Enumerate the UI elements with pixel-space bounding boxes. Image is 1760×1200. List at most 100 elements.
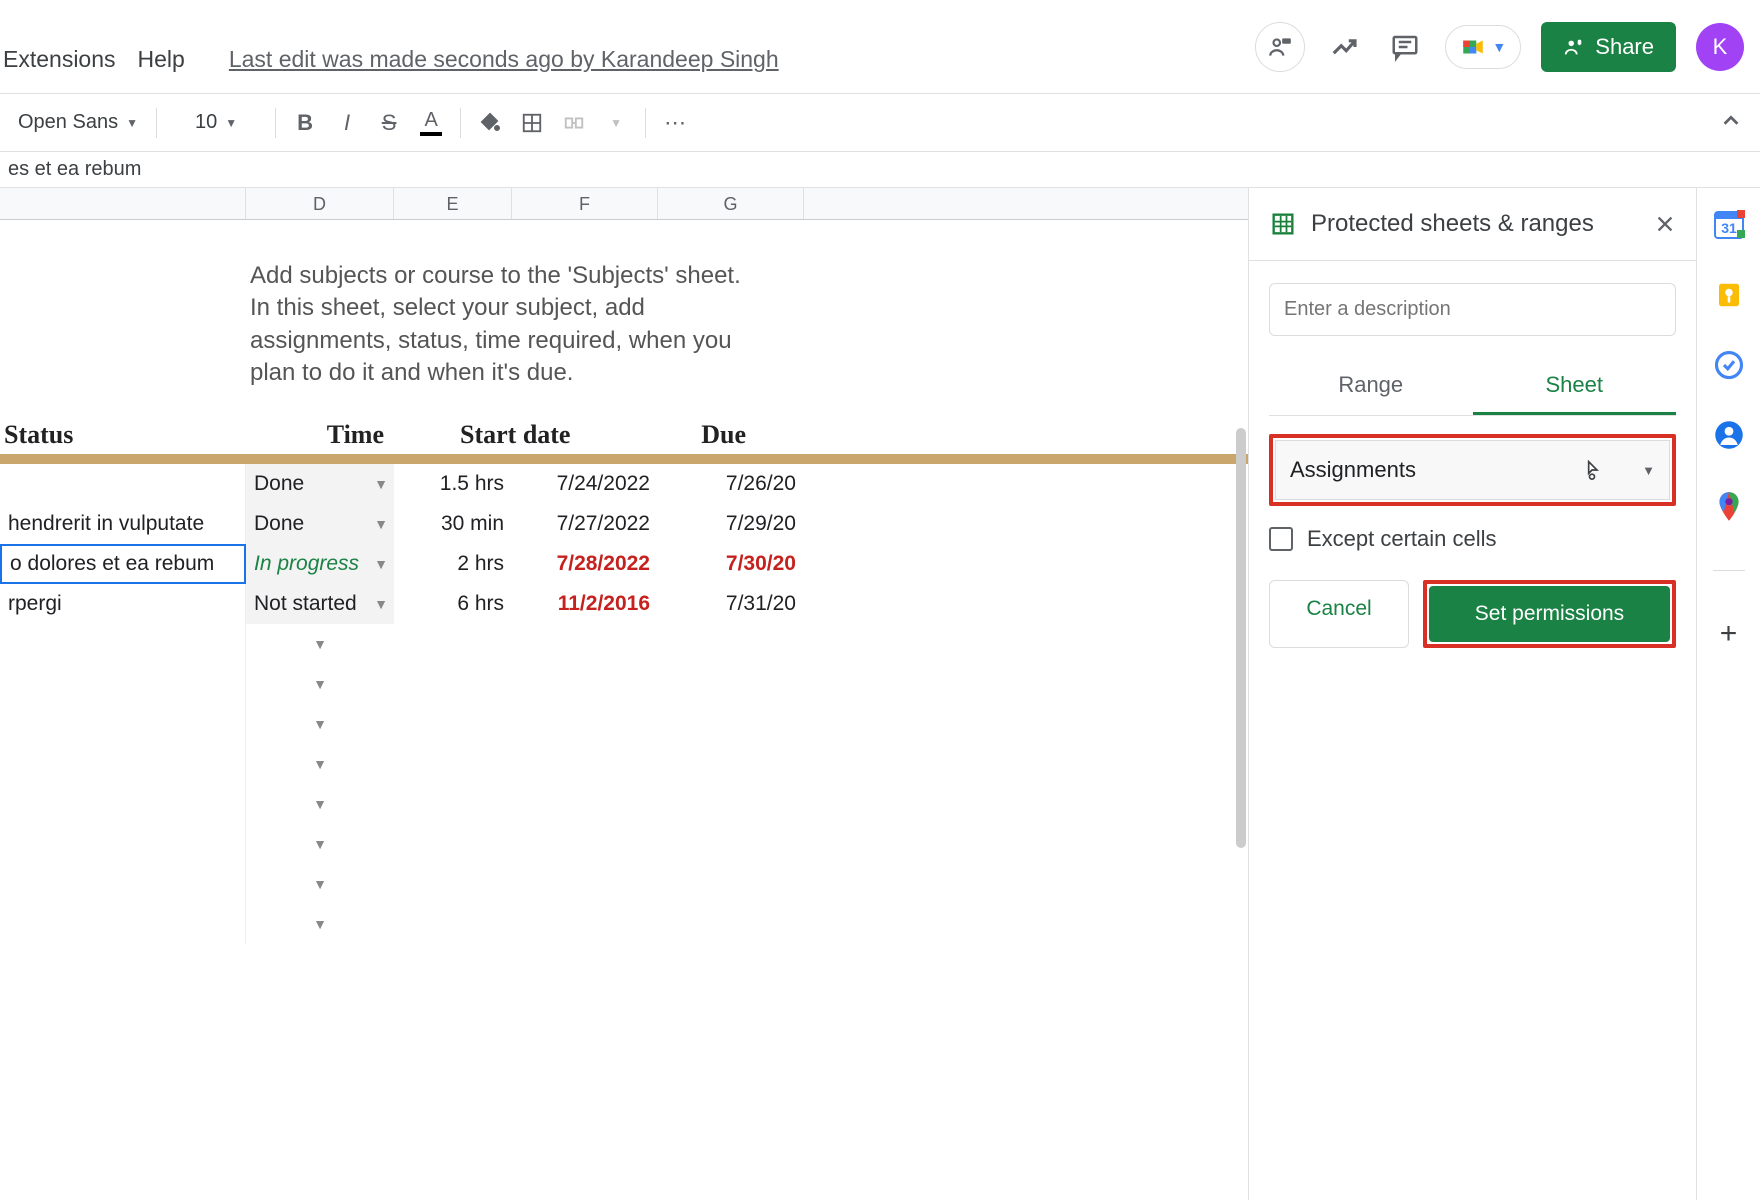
vertical-scrollbar[interactable] <box>1236 428 1246 848</box>
chevron-down-icon[interactable]: ▼ <box>313 796 327 812</box>
trend-icon[interactable] <box>1325 27 1365 67</box>
desc-cell[interactable]: hendrerit in vulputate <box>0 504 246 544</box>
desc-cell[interactable]: o dolores et ea rebum <box>0 544 246 584</box>
chevron-down-icon[interactable]: ▼ <box>313 676 327 692</box>
fill-color-button[interactable] <box>471 104 509 142</box>
sheet-select-value: Assignments <box>1290 457 1416 483</box>
table-row[interactable]: ▼ <box>0 624 1248 664</box>
collapse-toolbar-icon[interactable] <box>1720 110 1742 132</box>
strikethrough-button[interactable]: S <box>370 104 408 142</box>
sheet-selector[interactable]: Assignments ▼ <box>1275 440 1670 500</box>
chevron-down-icon[interactable]: ▼ <box>313 836 327 852</box>
table-row[interactable]: rpergiNot started▼6 hrs11/2/20167/31/20 <box>0 584 1248 624</box>
borders-button[interactable] <box>513 104 551 142</box>
chevron-down-icon[interactable]: ▼ <box>374 556 388 572</box>
maps-icon[interactable] <box>1716 490 1742 524</box>
table-row[interactable]: ▼ <box>0 784 1248 824</box>
table-row[interactable]: ▼ <box>0 664 1248 704</box>
col-header[interactable]: G <box>658 188 804 219</box>
col-header[interactable]: F <box>512 188 658 219</box>
avatar[interactable]: K <box>1696 23 1744 71</box>
start-date-cell[interactable]: 7/24/2022 <box>512 464 658 504</box>
toolbar: Open Sans ▼ 10 ▼ B I S A ▼ ⋯ <box>0 94 1760 152</box>
text-color-button[interactable]: A <box>412 104 450 142</box>
table-row[interactable]: ▼ <box>0 864 1248 904</box>
status-cell[interactable]: Not started▼ <box>246 584 394 624</box>
spreadsheet-grid[interactable]: D E F G Add subjects or course to the 'S… <box>0 188 1248 1200</box>
set-permissions-button[interactable]: Set permissions <box>1429 586 1670 642</box>
protected-sheets-panel: Protected sheets & ranges Range Sheet As… <box>1248 188 1696 1200</box>
due-date-cell[interactable]: 7/26/20 <box>658 464 804 504</box>
calendar-icon[interactable]: 31 <box>1713 208 1745 240</box>
tab-sheet[interactable]: Sheet <box>1473 358 1677 415</box>
menu-extensions[interactable]: Extensions <box>3 46 116 73</box>
cursor-icon <box>1582 458 1602 482</box>
chevron-down-icon[interactable]: ▼ <box>313 916 327 932</box>
panel-title: Protected sheets & ranges <box>1311 210 1640 238</box>
person-chat-icon[interactable] <box>1255 22 1305 72</box>
share-button[interactable]: Share <box>1541 22 1676 72</box>
table-row[interactable]: o dolores et ea rebumIn progress▼2 hrs7/… <box>0 544 1248 584</box>
italic-button[interactable]: I <box>328 104 366 142</box>
cancel-button[interactable]: Cancel <box>1269 580 1409 648</box>
due-date-cell[interactable]: 7/30/20 <box>658 544 804 584</box>
titlebar-actions: ▼ Share K <box>1255 22 1744 72</box>
status-cell[interactable]: Done▼ <box>246 504 394 544</box>
sheets-icon <box>1269 210 1297 238</box>
tab-range[interactable]: Range <box>1269 358 1473 415</box>
tasks-icon[interactable] <box>1714 350 1744 380</box>
edit-status-link[interactable]: Last edit was made seconds ago by Karand… <box>229 46 779 73</box>
keep-icon[interactable] <box>1714 280 1744 310</box>
th-time: Time <box>246 420 394 450</box>
font-size-selector[interactable]: 10 ▼ <box>167 107 265 138</box>
col-header[interactable]: E <box>394 188 512 219</box>
except-cells-checkbox[interactable] <box>1269 527 1293 551</box>
table-row[interactable]: hendrerit in vulputateDone▼30 min7/27/20… <box>0 504 1248 544</box>
table-row[interactable]: ▼ <box>0 824 1248 864</box>
th-due: Due <box>606 420 752 450</box>
start-date-cell[interactable]: 7/28/2022 <box>512 544 658 584</box>
add-addon-icon[interactable]: + <box>1720 617 1738 651</box>
due-date-cell[interactable]: 7/31/20 <box>658 584 804 624</box>
desc-cell[interactable]: rpergi <box>0 584 246 624</box>
menu-help[interactable]: Help <box>138 46 185 73</box>
more-button[interactable]: ⋯ <box>656 104 694 142</box>
except-cells-label: Except certain cells <box>1307 526 1497 552</box>
col-header[interactable]: D <box>246 188 394 219</box>
chevron-down-icon[interactable]: ▼ <box>374 596 388 612</box>
table-row[interactable]: Done▼1.5 hrs7/24/20227/26/20 <box>0 464 1248 504</box>
table-row[interactable]: ▼ <box>0 744 1248 784</box>
share-label: Share <box>1595 34 1654 60</box>
chevron-down-icon[interactable]: ▼ <box>313 716 327 732</box>
chevron-down-icon[interactable]: ▼ <box>313 756 327 772</box>
start-date-cell[interactable]: 11/2/2016 <box>512 584 658 624</box>
font-name-selector[interactable]: Open Sans ▼ <box>10 107 146 138</box>
close-icon[interactable] <box>1654 213 1676 235</box>
time-cell[interactable]: 2 hrs <box>394 544 512 584</box>
bold-button[interactable]: B <box>286 104 324 142</box>
contacts-icon[interactable] <box>1714 420 1744 450</box>
table-row[interactable]: ▼ <box>0 704 1248 744</box>
table-row[interactable]: ▼ <box>0 904 1248 944</box>
desc-cell[interactable] <box>0 464 246 504</box>
due-date-cell[interactable]: 7/29/20 <box>658 504 804 544</box>
time-cell[interactable]: 1.5 hrs <box>394 464 512 504</box>
time-cell[interactable]: 30 min <box>394 504 512 544</box>
merge-dropdown[interactable]: ▼ <box>597 104 635 142</box>
formula-bar[interactable]: es et ea rebum <box>0 152 1760 188</box>
meet-button[interactable]: ▼ <box>1445 25 1521 69</box>
time-cell[interactable]: 6 hrs <box>394 584 512 624</box>
menubar: Extensions Help Last edit was made secon… <box>0 20 779 73</box>
chevron-down-icon[interactable]: ▼ <box>313 636 327 652</box>
status-cell[interactable]: Done▼ <box>246 464 394 504</box>
chevron-down-icon[interactable]: ▼ <box>374 516 388 532</box>
comment-icon[interactable] <box>1385 27 1425 67</box>
start-date-cell[interactable]: 7/27/2022 <box>512 504 658 544</box>
status-cell[interactable]: In progress▼ <box>246 544 394 584</box>
chevron-down-icon[interactable]: ▼ <box>374 476 388 492</box>
merge-cells-button[interactable] <box>555 104 593 142</box>
accent-divider <box>0 454 1248 464</box>
description-input[interactable] <box>1269 283 1676 336</box>
side-rail: 31 + <box>1696 188 1760 1200</box>
chevron-down-icon[interactable]: ▼ <box>313 876 327 892</box>
